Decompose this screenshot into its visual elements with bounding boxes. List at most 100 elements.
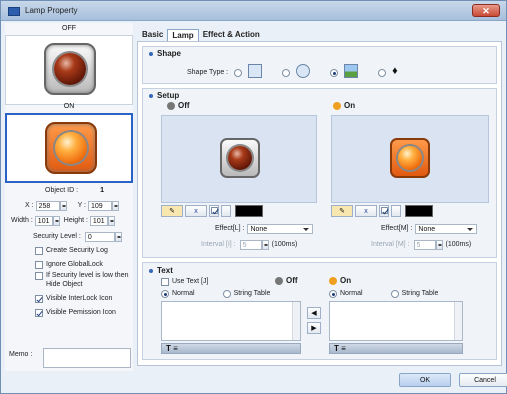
interval-l-label: Interval [I] : [201,241,236,248]
on-normal-radio[interactable] [329,289,337,298]
on-color-checkbox[interactable] [379,205,389,217]
setup-title: Setup [149,91,179,100]
shape-circle-radio[interactable] [282,68,291,77]
object-id-label: Object ID : [45,187,79,194]
use-text-row[interactable]: Use Text [J] [161,276,208,287]
visible-interlock-checkbox[interactable] [35,294,43,303]
effect-l-label: Effect[L] : [215,225,245,232]
off-string-table-radio[interactable] [222,289,231,298]
x-spinner[interactable] [59,200,67,211]
create-security-log-row[interactable]: Create Security Log [35,245,108,256]
visible-permission-checkbox[interactable] [35,308,43,317]
height-input[interactable]: 101 [89,215,108,226]
ignore-globallock-row[interactable]: Ignore GlobalLock [35,259,103,270]
ignore-globallock-label: Ignore GlobalLock [46,261,103,268]
shape-type-row: Shape Type : ♦ [187,64,398,78]
on-clear-button[interactable]: x [355,205,377,217]
use-text-checkbox[interactable] [161,277,169,286]
y-input[interactable]: 109 [88,200,112,211]
off-image-select-button[interactable]: ✎ [161,205,183,217]
on-string-table-label: String Table [401,290,439,297]
lamp-property-window: Lamp Property ✕ OFF ON Object ID : 1 X :… [0,0,507,394]
off-font-icon[interactable]: T ≡ [166,344,178,353]
tab-effect-action[interactable]: Effect & Action [199,29,264,41]
on-image-area[interactable] [331,115,489,203]
copy-left-icon[interactable]: ◀ [307,307,321,319]
width-input[interactable]: 101 [34,215,53,226]
off-text-scrollbar[interactable] [292,302,300,340]
setup-on-label: On [333,101,355,110]
effect-l-select[interactable]: None [247,223,314,234]
on-color-swatch[interactable] [405,205,433,217]
on-text-style-toolbar[interactable]: T ≡ [329,343,463,354]
interval-m-spinner[interactable] [435,239,443,250]
off-text-style-toolbar[interactable]: T ≡ [161,343,301,354]
window-title: Lamp Property [25,6,78,15]
window-icon [8,7,20,16]
shape-image-radio[interactable] [330,68,339,77]
close-button[interactable]: ✕ [472,4,500,17]
hide-object-row[interactable]: If Security level is low then Hide Objec… [35,271,131,291]
interval-l-input[interactable]: 5 [239,239,262,250]
ignore-globallock-checkbox[interactable] [35,260,43,269]
circle-shape-icon [296,64,311,78]
off-image-area[interactable] [161,115,317,203]
tab-lamp[interactable]: Lamp [167,29,199,41]
square-shape-icon [248,64,263,78]
hide-object-label: If Security level is low then Hide Objec… [46,272,129,288]
width-label: Width : [11,217,33,224]
visible-permission-row[interactable]: Visible Pemission Icon [35,307,116,318]
off-normal-radio[interactable] [161,289,169,298]
interval-m-label: Interval [M] : [371,241,410,248]
create-security-log-checkbox[interactable] [35,246,43,255]
on-image-select-button[interactable]: ✎ [331,205,353,217]
shape-custom-radio[interactable] [378,68,387,77]
visible-interlock-label: Visible InterLock Icon [46,295,113,302]
on-effect-row: Effect[M] : None [381,223,478,234]
visible-interlock-row[interactable]: Visible InterLock Icon [35,293,112,304]
height-spinner[interactable] [107,215,115,226]
off-normal-label: Normal [172,290,195,297]
off-clear-button[interactable]: x [185,205,207,217]
security-level-input[interactable]: 0 [84,231,115,242]
shape-square-radio[interactable] [234,68,243,77]
tab-basic[interactable]: Basic [138,29,167,41]
security-level-spinner[interactable] [114,231,122,242]
on-color-toggle[interactable] [391,205,401,217]
object-id-value: 1 [100,187,104,194]
off-text-input[interactable] [161,301,301,341]
off-setup-lamp [220,138,260,178]
off-color-swatch[interactable] [235,205,263,217]
y-spinner[interactable] [112,200,119,211]
use-text-label: Use Text [J] [172,278,209,285]
x-input[interactable]: 258 [35,200,60,211]
off-preview [5,35,133,105]
on-lamp-image [45,122,97,174]
on-interval-row: Interval [M] : 5 (100ms) [371,239,471,250]
memo-input[interactable] [43,348,131,368]
on-text-input[interactable] [329,301,463,341]
text-off-label: Off [275,276,298,285]
hide-object-checkbox[interactable] [35,272,43,280]
on-text-scrollbar[interactable] [454,302,462,340]
ok-button[interactable]: OK [399,373,451,387]
on-string-table-radio[interactable] [390,289,399,298]
off-string-table-label: String Table [233,290,271,297]
cancel-button[interactable]: Cancel [459,373,507,387]
on-preview-label: ON [63,103,75,110]
interval-l-unit: (100ms) [271,241,298,248]
object-id-row: Object ID : 1 [45,185,104,196]
off-color-toggle[interactable] [221,205,231,217]
visible-permission-label: Visible Pemission Icon [46,309,116,316]
x-label: X : [25,202,34,209]
width-spinner[interactable] [52,215,60,226]
on-text-mode-row: Normal String Table [329,288,438,299]
off-color-checkbox[interactable] [209,205,219,217]
effect-m-select[interactable]: None [415,223,478,234]
interval-m-input[interactable]: 5 [413,239,436,250]
lamp-tab-panel: Shape Shape Type : ♦ Setup Off On ✎ x Ef… [137,41,502,366]
title-bar: Lamp Property ✕ [1,1,506,21]
copy-right-icon[interactable]: ▶ [307,322,321,334]
interval-l-spinner[interactable] [261,239,269,250]
on-font-icon[interactable]: T ≡ [334,344,346,353]
